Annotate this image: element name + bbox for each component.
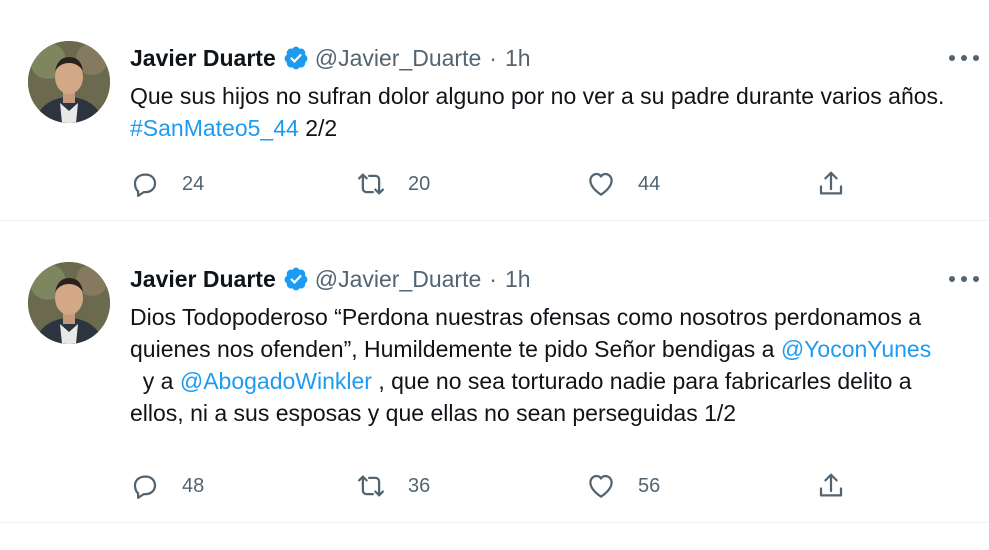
reply-button[interactable]: 24 — [130, 164, 204, 204]
verified-badge-icon — [283, 45, 309, 71]
tweet-text: Dios Todopoderoso “Perdona nuestras ofen… — [130, 301, 960, 429]
tweet-text-part: Que sus hijos no sufran dolor alguno por… — [130, 83, 945, 109]
tweet-actions: 48 36 56 — [130, 466, 850, 506]
reply-count: 24 — [182, 172, 205, 195]
like-button[interactable]: 56 — [586, 466, 660, 506]
tweet-header: Javier Duarte @Javier_Duarte · 1h — [130, 42, 531, 74]
retweet-icon — [358, 475, 384, 497]
author-handle[interactable]: @Javier_Duarte — [315, 45, 482, 72]
avatar[interactable] — [28, 262, 110, 344]
tweet-text: Que sus hijos no sufran dolor alguno por… — [130, 80, 960, 144]
author-handle[interactable]: @Javier_Duarte — [315, 266, 482, 293]
tweet[interactable]: Javier Duarte @Javier_Duarte · 1h Dios T… — [0, 221, 989, 523]
reply-button[interactable]: 48 — [130, 466, 204, 506]
share-icon — [819, 473, 843, 497]
timestamp[interactable]: 1h — [505, 45, 531, 72]
timestamp[interactable]: 1h — [505, 266, 531, 293]
retweet-button[interactable]: 20 — [356, 164, 430, 204]
reply-count: 48 — [182, 474, 205, 497]
mention-link[interactable]: @YoconYunes — [781, 336, 931, 362]
retweet-icon — [358, 173, 384, 195]
heart-icon — [589, 172, 613, 196]
tweet-text-part: y a — [130, 368, 180, 394]
like-button[interactable]: 44 — [586, 164, 660, 204]
like-count: 56 — [638, 474, 661, 497]
separator-dot: · — [489, 265, 497, 292]
separator-dot: · — [489, 44, 497, 71]
author-name[interactable]: Javier Duarte — [130, 45, 276, 72]
reply-icon — [133, 475, 157, 499]
retweet-count: 36 — [408, 474, 431, 497]
tweet-text-part: 2/2 — [298, 115, 338, 141]
author-name[interactable]: Javier Duarte — [130, 266, 276, 293]
share-icon — [819, 171, 843, 195]
hashtag-link[interactable]: #SanMateo5_44 — [130, 115, 299, 141]
retweet-count: 20 — [408, 172, 431, 195]
more-options-icon[interactable] — [949, 269, 979, 289]
retweet-button[interactable]: 36 — [356, 466, 430, 506]
tweet-actions: 24 20 44 — [130, 164, 850, 204]
verified-badge-icon — [283, 266, 309, 292]
like-count: 44 — [638, 172, 661, 195]
more-options-icon[interactable] — [949, 48, 979, 68]
tweet-header: Javier Duarte @Javier_Duarte · 1h — [130, 263, 531, 295]
share-button[interactable] — [816, 164, 846, 204]
tweet[interactable]: Javier Duarte @Javier_Duarte · 1h Que su… — [0, 0, 989, 221]
share-button[interactable] — [816, 466, 846, 506]
heart-icon — [589, 474, 613, 498]
mention-link[interactable]: @AbogadoWinkler — [180, 368, 372, 394]
reply-icon — [133, 173, 157, 197]
avatar[interactable] — [28, 41, 110, 123]
